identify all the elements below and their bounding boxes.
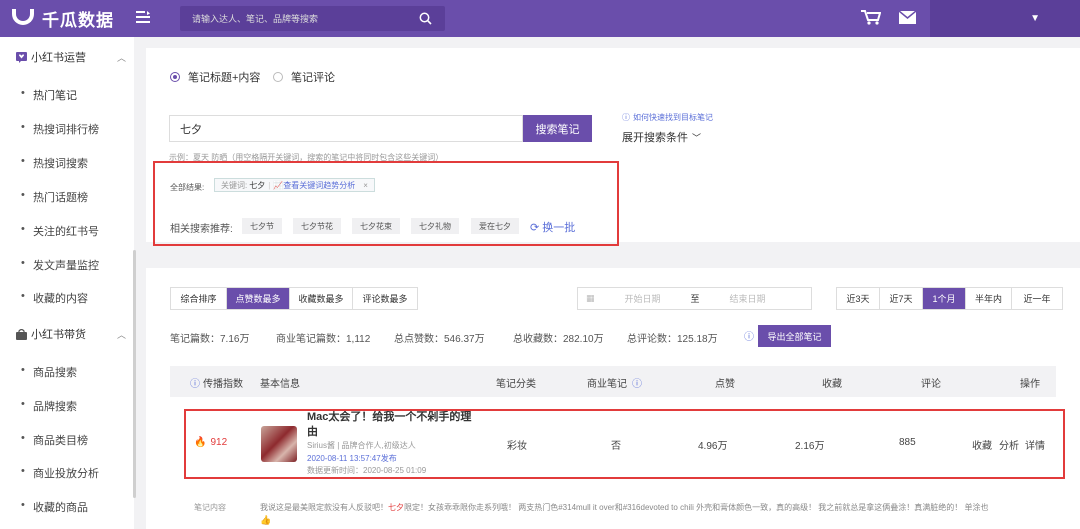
note-content-preview: 我说这是最美限定款没有人反驳吧！七夕限定！女孩乖乖限你走系列哦！ 两支热门色#3… bbox=[260, 503, 989, 512]
date-range-picker[interactable]: ▦ 开始日期 至 结束日期 bbox=[577, 287, 812, 310]
sidebar-item-hot-topics[interactable]: 热门话题榜 bbox=[21, 189, 88, 205]
col-category: 笔记分类 bbox=[496, 379, 536, 390]
tab-sort-collects[interactable]: 收藏数最多 bbox=[290, 288, 353, 309]
bag-icon bbox=[16, 328, 27, 340]
tab-sort-overall[interactable]: 综合排序 bbox=[171, 288, 227, 309]
range-7d[interactable]: 近7天 bbox=[880, 288, 923, 309]
sidebar-group-commerce[interactable]: 小红书带货 ︿ bbox=[16, 326, 126, 342]
stat-collects: 总收藏数：282.10万 bbox=[513, 334, 604, 345]
chevron-up-icon[interactable]: ︿ bbox=[117, 51, 126, 64]
col-actions: 操作 bbox=[1020, 379, 1040, 390]
sort-tabs: 综合排序 点赞数最多 收藏数最多 评论数最多 bbox=[170, 287, 418, 310]
sidebar-item-followed[interactable]: 关注的红书号 bbox=[21, 223, 99, 239]
radio-comments[interactable]: 笔记评论 bbox=[273, 69, 335, 85]
table-header: ⓘ 传播指数 基本信息 笔记分类 商业笔记 ⓘ 点赞 收藏 评论 操作 bbox=[170, 366, 1056, 397]
sidebar-item-saved-products[interactable]: 收藏的商品 bbox=[21, 499, 88, 515]
global-search bbox=[180, 6, 445, 31]
sidebar-group-label: 小红书运营 bbox=[31, 52, 86, 64]
time-range-tabs: 近3天 近7天 1个月 半年内 近一年 bbox=[836, 287, 1063, 310]
stat-notes: 笔记篇数：7.16万 bbox=[170, 334, 250, 345]
stat-business: 商业笔记篇数：1,112 bbox=[276, 334, 371, 345]
keyword-input[interactable]: 七夕 bbox=[169, 115, 523, 142]
cart-icon[interactable] bbox=[861, 9, 882, 28]
sidebar: 小红书运营 ︿ 热门笔记 热搜词排行榜 热搜词搜索 热门话题榜 关注的红书号 发… bbox=[0, 37, 134, 529]
export-all-button[interactable]: 导出全部笔记 bbox=[758, 325, 831, 347]
col-likes[interactable]: 点赞 bbox=[715, 375, 735, 390]
search-icon[interactable] bbox=[405, 6, 445, 31]
highlight-box-row bbox=[184, 409, 1065, 479]
mail-icon[interactable] bbox=[898, 9, 917, 27]
user-menu[interactable]: ▼ bbox=[930, 0, 1080, 37]
sidebar-item-keyword-search[interactable]: 热搜词搜索 bbox=[21, 155, 88, 171]
sidebar-item-monitor[interactable]: 发文声量监控 bbox=[21, 257, 99, 273]
range-1m[interactable]: 1个月 bbox=[923, 288, 966, 309]
range-6m[interactable]: 半年内 bbox=[966, 288, 1012, 309]
chevron-down-icon: ﹀ bbox=[692, 132, 702, 143]
sidebar-item-favorites[interactable]: 收藏的内容 bbox=[21, 290, 88, 306]
range-1y[interactable]: 近一年 bbox=[1012, 288, 1062, 309]
end-date[interactable]: 结束日期 bbox=[730, 292, 766, 305]
highlight-box-results bbox=[153, 161, 619, 246]
app-logo[interactable]: 千瓜数据 bbox=[12, 6, 114, 31]
menu-toggle-icon[interactable] bbox=[136, 10, 150, 27]
app-name: 千瓜数据 bbox=[42, 11, 114, 30]
sidebar-group-operation[interactable]: 小红书运营 ︿ bbox=[16, 49, 126, 65]
chat-heart-icon bbox=[16, 51, 27, 63]
top-bar: 千瓜数据 ▼ bbox=[0, 0, 1080, 37]
sidebar-item-hot-keywords[interactable]: 热搜词排行榜 bbox=[21, 121, 99, 137]
help-icon[interactable]: ⓘ bbox=[632, 375, 642, 390]
tab-sort-comments[interactable]: 评论数最多 bbox=[353, 288, 417, 309]
col-comments[interactable]: 评论 bbox=[921, 375, 941, 390]
stat-comments: 总评论数：125.18万 bbox=[627, 334, 718, 345]
sidebar-item-brand-search[interactable]: 品牌搜索 bbox=[21, 398, 77, 414]
stat-likes: 总点赞数：546.37万 bbox=[394, 334, 485, 345]
range-3d[interactable]: 近3天 bbox=[837, 288, 880, 309]
logo-icon bbox=[12, 8, 34, 25]
sidebar-item-product-search[interactable]: 商品搜索 bbox=[21, 364, 77, 380]
sidebar-item-ad-analysis[interactable]: 商业投放分析 bbox=[21, 465, 99, 481]
content-label: 笔记内容 bbox=[194, 503, 226, 512]
help-icon[interactable]: ⓘ bbox=[744, 328, 754, 343]
sidebar-group-label: 小红书带货 bbox=[31, 329, 86, 341]
col-spread-index[interactable]: 传播指数 bbox=[203, 375, 243, 390]
sidebar-item-category-rank[interactable]: 商品类目榜 bbox=[21, 432, 88, 448]
col-business: 商业笔记 bbox=[587, 379, 627, 390]
help-icon[interactable]: ⓘ bbox=[190, 375, 200, 390]
chevron-down-icon: ▼ bbox=[1030, 13, 1040, 24]
sidebar-item-hot-notes[interactable]: 热门笔记 bbox=[21, 87, 77, 103]
tab-sort-likes[interactable]: 点赞数最多 bbox=[227, 288, 290, 309]
calendar-icon: ▦ bbox=[586, 293, 595, 303]
col-collects[interactable]: 收藏 bbox=[822, 375, 842, 390]
global-search-input[interactable] bbox=[180, 6, 405, 31]
search-notes-button[interactable]: 搜索笔记 bbox=[523, 115, 592, 142]
results-panel: 综合排序 点赞数最多 收藏数最多 评论数最多 ▦ 开始日期 至 结束日期 近3天… bbox=[146, 268, 1080, 529]
radio-title-content[interactable]: 笔记标题+内容 bbox=[170, 69, 260, 85]
expand-conditions[interactable]: 展开搜索条件 ﹀ bbox=[622, 129, 701, 145]
sidebar-scrollbar[interactable] bbox=[133, 250, 136, 498]
start-date[interactable]: 开始日期 bbox=[625, 292, 661, 305]
col-basic-info: 基本信息 bbox=[260, 379, 300, 390]
thumbs-up-icon: 👍 bbox=[260, 515, 272, 525]
help-link[interactable]: ⓘ 如何快速找到目标笔记 bbox=[622, 112, 713, 123]
help-icon: ⓘ bbox=[622, 113, 630, 122]
chevron-up-icon[interactable]: ︿ bbox=[117, 328, 126, 341]
